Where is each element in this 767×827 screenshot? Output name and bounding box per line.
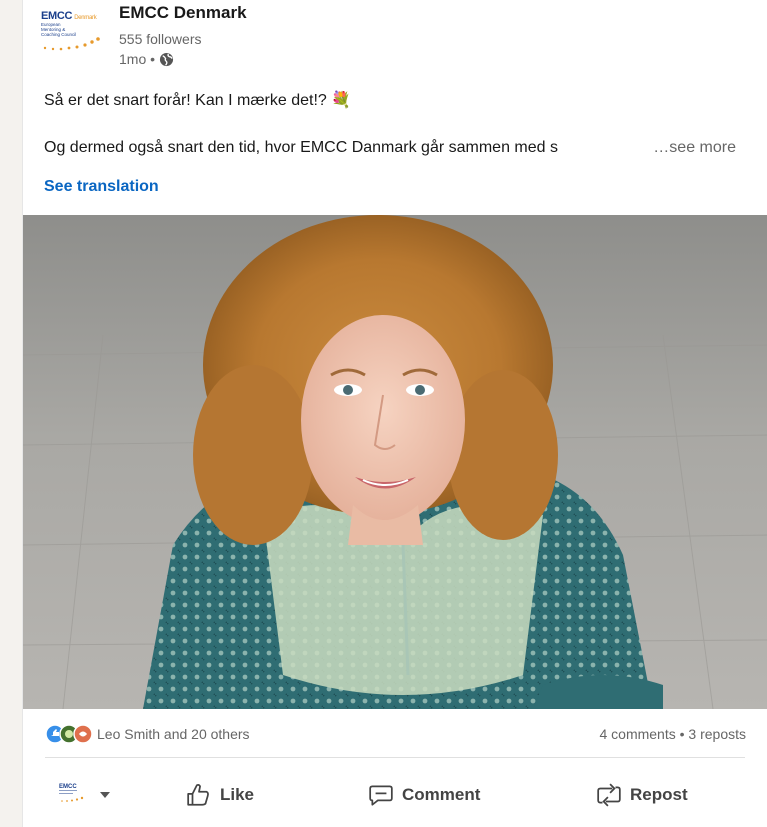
- comments-reposts-count[interactable]: 4 comments • 3 reposts: [599, 726, 746, 742]
- comment-icon: [369, 785, 393, 806]
- comment-button[interactable]: Comment: [368, 774, 480, 816]
- reactor-names[interactable]: Leo Smith and 20 others: [97, 726, 250, 742]
- like-icon: [187, 784, 209, 806]
- globe-icon: [159, 52, 174, 66]
- reaction-icons[interactable]: [45, 724, 97, 744]
- logo-text: EMCC: [41, 10, 73, 22]
- post-text-line: Så er det snart forår! Kan I mærke det!?…: [44, 92, 352, 109]
- chevron-down-icon[interactable]: [100, 792, 110, 798]
- post-image[interactable]: [23, 215, 767, 709]
- post-timestamp: 1mo •: [119, 51, 174, 67]
- timestamp-text: 1mo •: [119, 51, 156, 67]
- social-counts-bar: Leo Smith and 20 others 4 comments • 3 r…: [23, 718, 767, 750]
- actor-avatar[interactable]: EMCC: [59, 781, 89, 805]
- like-label: Like: [220, 785, 255, 804]
- repost-label: Repost: [630, 785, 688, 804]
- repost-icon: [597, 783, 621, 807]
- post-action-bar: EMCC Like Comment Repost: [23, 766, 767, 824]
- divider: [45, 757, 745, 758]
- logo-subtext: Denmark: [74, 15, 97, 21]
- svg-text:EMCC: EMCC: [59, 784, 77, 790]
- follower-count: 555 followers: [119, 31, 202, 47]
- company-logo[interactable]: EMCC Denmark European Mentoring & Coachin…: [41, 10, 105, 54]
- see-more-link[interactable]: …see more: [649, 139, 736, 157]
- post-header: EMCC Denmark European Mentoring & Coachin…: [23, 0, 767, 70]
- logo-dots-graphic: [43, 37, 100, 51]
- author-name[interactable]: EMCC Denmark: [119, 3, 247, 23]
- feed-post-card: EMCC Denmark European Mentoring & Coachin…: [22, 0, 767, 827]
- like-button[interactable]: Like: [186, 774, 254, 816]
- post-text-line: Og dermed også snart den tid, hvor EMCC …: [44, 139, 558, 156]
- see-translation-link[interactable]: See translation: [44, 178, 159, 196]
- logo-tagline: European Mentoring & Coaching Council: [41, 22, 77, 37]
- portrait-photo: [23, 215, 767, 709]
- repost-button[interactable]: Repost: [596, 774, 688, 816]
- comment-label: Comment: [402, 785, 481, 804]
